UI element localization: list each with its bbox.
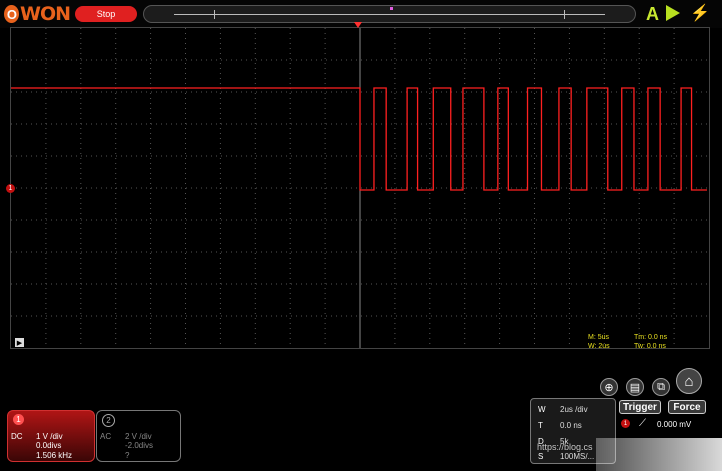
channel1-number: 1 (13, 414, 24, 425)
channel1-frequency: 1.506 kHz (36, 451, 73, 460)
channel1-offset: 0.0divs (36, 441, 62, 450)
trigger-level: 0.000 mV (657, 420, 692, 429)
channel1-ground-marker[interactable]: 1 (6, 184, 15, 193)
timebase-w-value: 2us /div (560, 405, 588, 414)
horizontal-position-bar[interactable] (143, 5, 636, 23)
channel2-frequency: ? (125, 451, 130, 460)
windows-icon[interactable]: ⧉ (652, 378, 670, 396)
channel2-number: 2 (102, 414, 115, 427)
timebase-s-value: 100MS/... (560, 452, 595, 461)
trigger-position-marker (390, 7, 393, 10)
timebar-line (174, 14, 605, 15)
rising-edge-icon: ⟋ (639, 418, 646, 429)
measure-m: M: 5us (588, 334, 610, 341)
timebase-t-value: 0.0 ns (560, 421, 582, 430)
trigger-button[interactable]: Trigger (619, 400, 661, 414)
trigger-source: 1 (621, 419, 630, 428)
timebar-tick (564, 10, 565, 19)
measure-tm: Tm: 0.0 ns (634, 334, 668, 341)
channel1-vdiv: 1 V /div (36, 432, 63, 441)
play-icon[interactable]: ▶ (15, 338, 24, 347)
logo-text: WON (19, 3, 71, 25)
run-stop-button[interactable]: Stop (75, 6, 137, 22)
waveform-display[interactable] (10, 27, 710, 349)
zoom-icon[interactable]: ⊕ (600, 378, 618, 396)
trigger-time-marker (354, 22, 362, 28)
owon-logo: O WON (4, 3, 71, 25)
trigger-info[interactable]: 1 ⟋ 0.000 mV (619, 416, 709, 432)
play-icon[interactable] (666, 5, 680, 21)
waveform-grid (11, 28, 709, 348)
channel1-coupling: DC (11, 432, 23, 441)
logo-o: O (4, 5, 19, 23)
force-button[interactable]: Force (668, 400, 706, 414)
channel2-offset: -2.0divs (125, 441, 154, 450)
measure-w: W: 2us (588, 343, 610, 350)
home-icon[interactable]: ⌂ (676, 368, 702, 394)
blurred-region (596, 438, 722, 471)
auto-set-button[interactable]: A (646, 4, 659, 25)
channel2-panel[interactable]: 2 AC 2 V /div -2.0divs ? (96, 410, 181, 462)
channel2-coupling: AC (100, 432, 112, 441)
channel2-vdiv: 2 V /div (125, 432, 152, 441)
timebase-t-label: T (538, 421, 543, 430)
save-icon[interactable]: ▤ (626, 378, 644, 396)
timebase-w-label: W (538, 405, 546, 414)
watermark-text: https://blog.cs (537, 442, 593, 452)
timebase-s-label: S (538, 452, 544, 461)
channel1-panel[interactable]: 1 DC 1 V /div 0.0divs 1.506 kHz (7, 410, 95, 462)
measure-tw: Tw: 0.0 ns (634, 343, 666, 350)
lightning-icon[interactable]: ⚡ (690, 3, 710, 23)
timebar-tick (214, 10, 215, 19)
